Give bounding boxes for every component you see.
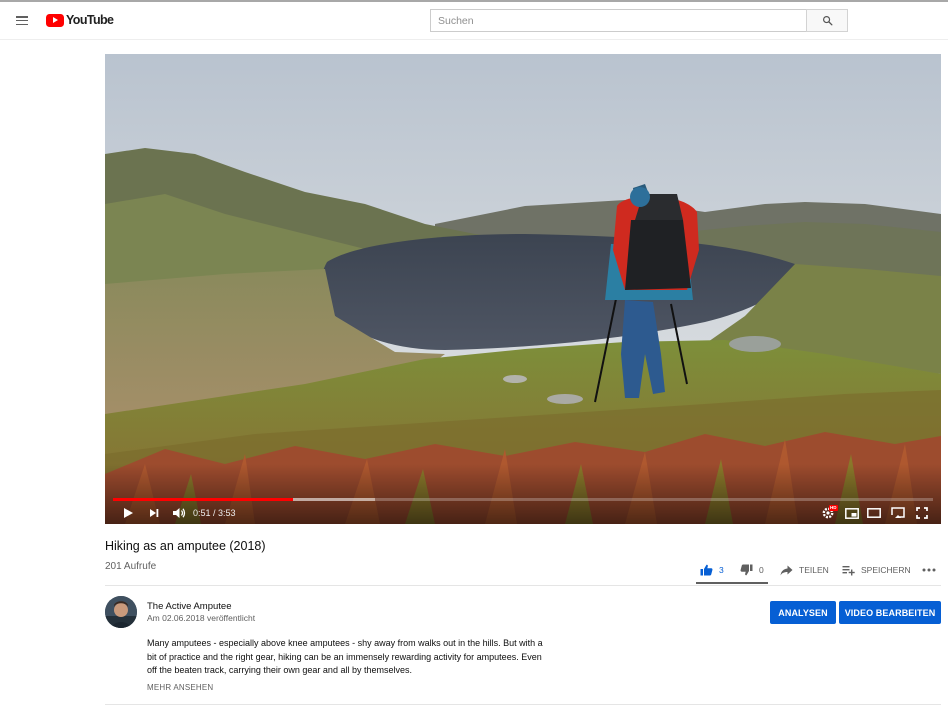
video-title: Hiking as an amputee (2018) <box>105 539 266 553</box>
search-button[interactable] <box>806 9 848 32</box>
theater-mode-button[interactable] <box>865 504 883 522</box>
more-horizontal-icon <box>922 568 936 572</box>
like-button[interactable]: 3 <box>700 558 724 582</box>
next-button[interactable] <box>145 504 163 522</box>
miniplayer-icon <box>845 507 859 519</box>
description-line: Many amputees - especially above knee am… <box>147 638 543 648</box>
fullscreen-icon <box>916 507 928 519</box>
more-actions-button[interactable] <box>922 558 942 582</box>
logo-text: YouTube <box>66 13 114 27</box>
avatar-image <box>105 596 137 628</box>
settings-button[interactable]: HD <box>819 504 838 522</box>
miniplayer-button[interactable] <box>843 504 861 522</box>
playlist-add-icon <box>842 565 855 575</box>
analytics-button[interactable]: ANALYSEN <box>770 601 836 624</box>
progress-bar[interactable] <box>113 498 933 501</box>
dislike-button[interactable]: 0 <box>740 558 764 582</box>
show-more-button[interactable]: MEHR ANSEHEN <box>147 683 213 692</box>
info-divider <box>105 585 941 586</box>
search-box <box>430 9 806 32</box>
save-button[interactable]: SPEICHERN <box>842 558 911 582</box>
time-current: 0:51 <box>193 508 211 518</box>
time-total: 3:53 <box>218 508 236 518</box>
time-separator: / <box>210 508 219 518</box>
share-label: TEILEN <box>799 565 829 575</box>
share-arrow-icon <box>780 565 793 575</box>
search-icon <box>823 16 833 26</box>
masthead: YouTube <box>0 2 948 40</box>
skip-next-icon <box>150 509 159 517</box>
youtube-logo[interactable]: YouTube <box>46 12 114 28</box>
progress-played <box>113 498 294 501</box>
hd-badge: HD <box>829 505 838 511</box>
youtube-play-logo-icon <box>46 13 64 27</box>
publish-date: Am 02.06.2018 veröffentlicht <box>147 613 256 623</box>
video-description: Many amputees - especially above knee am… <box>147 637 557 678</box>
play-button[interactable] <box>119 504 137 522</box>
description-line: off the beaten track, carrying their own… <box>147 665 412 676</box>
channel-name[interactable]: The Active Amputee <box>147 601 232 612</box>
like-count: 3 <box>719 565 724 575</box>
description-line: bit of practice and the right gear, hiki… <box>147 651 542 662</box>
cast-icon <box>891 507 905 518</box>
save-label: SPEICHERN <box>861 565 911 575</box>
theater-mode-icon <box>867 508 881 518</box>
video-frame <box>105 54 941 524</box>
time-display: 0:51 / 3:53 <box>193 508 236 518</box>
description-divider <box>105 704 941 705</box>
dislike-count: 0 <box>759 565 764 575</box>
sentiment-bar <box>696 582 768 584</box>
search-input[interactable] <box>431 10 806 31</box>
thumbs-down-icon <box>740 564 753 576</box>
share-button[interactable]: TEILEN <box>780 558 829 582</box>
channel-avatar[interactable] <box>105 596 137 628</box>
fullscreen-button[interactable] <box>913 504 931 522</box>
play-icon <box>124 508 133 518</box>
volume-button[interactable] <box>169 504 189 522</box>
hamburger-menu-icon[interactable] <box>14 14 30 26</box>
volume-icon <box>173 508 186 518</box>
video-player[interactable]: 0:51 / 3:53 HD <box>105 54 941 524</box>
view-count: 201 Aufrufe <box>105 561 157 572</box>
thumbs-up-icon <box>700 564 713 576</box>
edit-video-button[interactable]: VIDEO BEARBEITEN <box>839 601 941 624</box>
cast-button[interactable] <box>889 504 907 522</box>
